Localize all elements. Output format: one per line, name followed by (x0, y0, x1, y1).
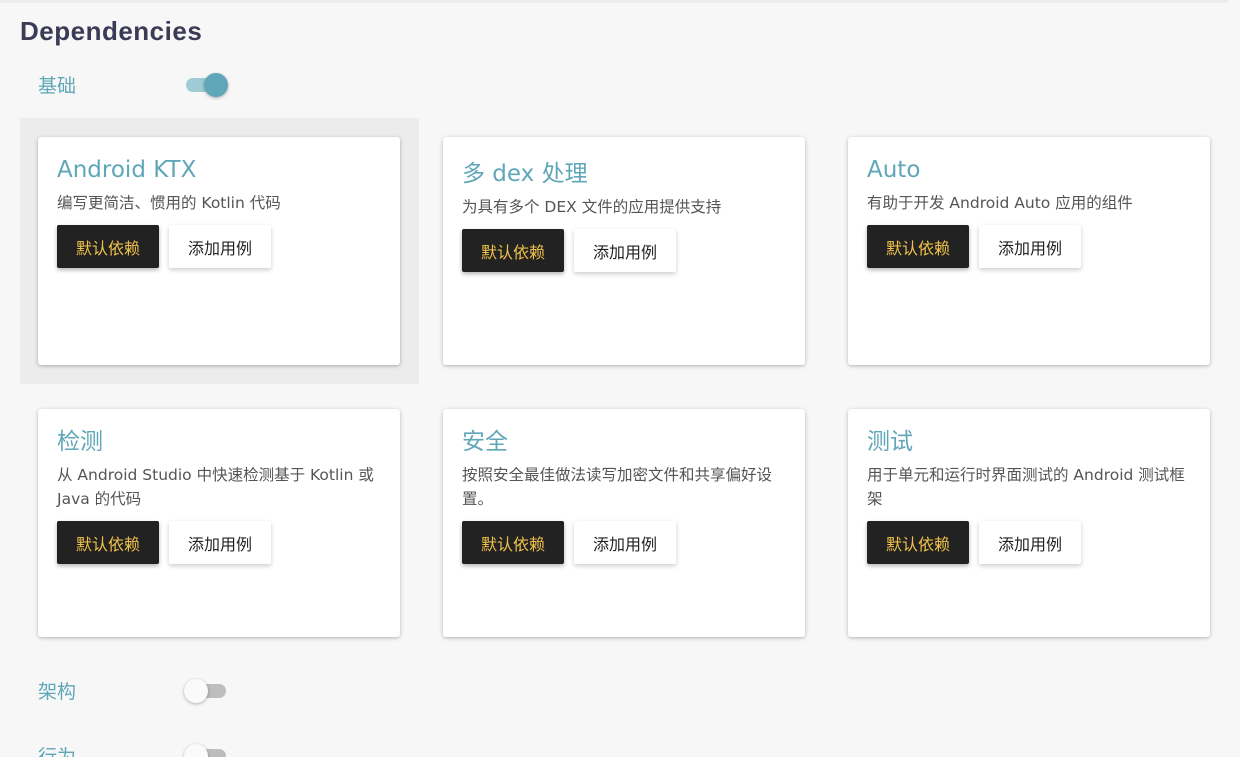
add-usage-button[interactable]: 添加用例 (169, 521, 272, 564)
toggle-thumb (184, 679, 208, 703)
section-label-architecture: 架构 (38, 680, 77, 703)
card-auto: Auto 有助于开发 Android Auto 应用的组件 默认依赖 添加用例 (848, 137, 1210, 365)
dependencies-page: Dependencies 基础 Android KTX 编写更简洁、惯用的 Ko… (0, 0, 1240, 757)
card-description: 编写更简洁、惯用的 Kotlin 代码 (57, 194, 281, 212)
behavior-toggle[interactable] (184, 743, 228, 757)
basics-toggle[interactable] (184, 72, 228, 97)
add-usage-button[interactable]: 添加用例 (979, 521, 1082, 564)
card-title: Android KTX (57, 157, 197, 183)
card-test: 测试 用于单元和运行时界面测试的 Android 测试框架 默认依赖 添加用例 (848, 409, 1210, 637)
card-actions: 默认依赖 添加用例 (57, 521, 380, 564)
default-dependency-button[interactable]: 默认依赖 (57, 521, 160, 564)
top-divider (0, 0, 1228, 3)
card-description: 按照安全最佳做法读写加密文件和共享偏好设置。 (462, 466, 773, 508)
add-usage-button[interactable]: 添加用例 (979, 225, 1082, 268)
add-usage-button[interactable]: 添加用例 (169, 225, 272, 268)
section-behavior: 行为 (38, 740, 238, 757)
card-actions: 默认依赖 添加用例 (57, 225, 380, 268)
card-title: 检测 (57, 429, 103, 455)
card-multidex: 多 dex 处理 为具有多个 DEX 文件的应用提供支持 默认依赖 添加用例 (443, 137, 805, 365)
card-title: 安全 (462, 429, 508, 455)
page-title: Dependencies (20, 16, 203, 46)
card-actions: 默认依赖 添加用例 (462, 229, 785, 272)
default-dependency-button[interactable]: 默认依赖 (462, 229, 565, 272)
card-title: 多 dex 处理 (462, 161, 588, 187)
default-dependency-button[interactable]: 默认依赖 (867, 521, 970, 564)
card-title: 测试 (867, 429, 913, 455)
section-label-basics: 基础 (38, 74, 77, 97)
card-title: Auto (867, 157, 921, 183)
add-usage-button[interactable]: 添加用例 (574, 229, 677, 272)
card-description: 用于单元和运行时界面测试的 Android 测试框架 (867, 466, 1185, 508)
default-dependency-button[interactable]: 默认依赖 (57, 225, 160, 268)
section-architecture: 架构 (38, 675, 238, 705)
section-label-behavior: 行为 (38, 745, 77, 757)
card-description: 有助于开发 Android Auto 应用的组件 (867, 194, 1133, 212)
card-instrumentation: 检测 从 Android Studio 中快速检测基于 Kotlin 或 Jav… (38, 409, 400, 637)
card-description: 从 Android Studio 中快速检测基于 Kotlin 或 Java 的… (57, 466, 374, 508)
toggle-thumb (204, 73, 228, 97)
toggle-thumb (184, 744, 208, 757)
default-dependency-button[interactable]: 默认依赖 (867, 225, 970, 268)
add-usage-button[interactable]: 添加用例 (574, 521, 677, 564)
default-dependency-button[interactable]: 默认依赖 (462, 521, 565, 564)
card-security: 安全 按照安全最佳做法读写加密文件和共享偏好设置。 默认依赖 添加用例 (443, 409, 805, 637)
architecture-toggle[interactable] (184, 678, 228, 703)
section-basics: 基础 (38, 69, 238, 99)
card-actions: 默认依赖 添加用例 (462, 521, 785, 564)
card-android-ktx: Android KTX 编写更简洁、惯用的 Kotlin 代码 默认依赖 添加用… (38, 137, 400, 365)
card-actions: 默认依赖 添加用例 (867, 521, 1190, 564)
card-description: 为具有多个 DEX 文件的应用提供支持 (462, 198, 722, 216)
card-actions: 默认依赖 添加用例 (867, 225, 1190, 268)
